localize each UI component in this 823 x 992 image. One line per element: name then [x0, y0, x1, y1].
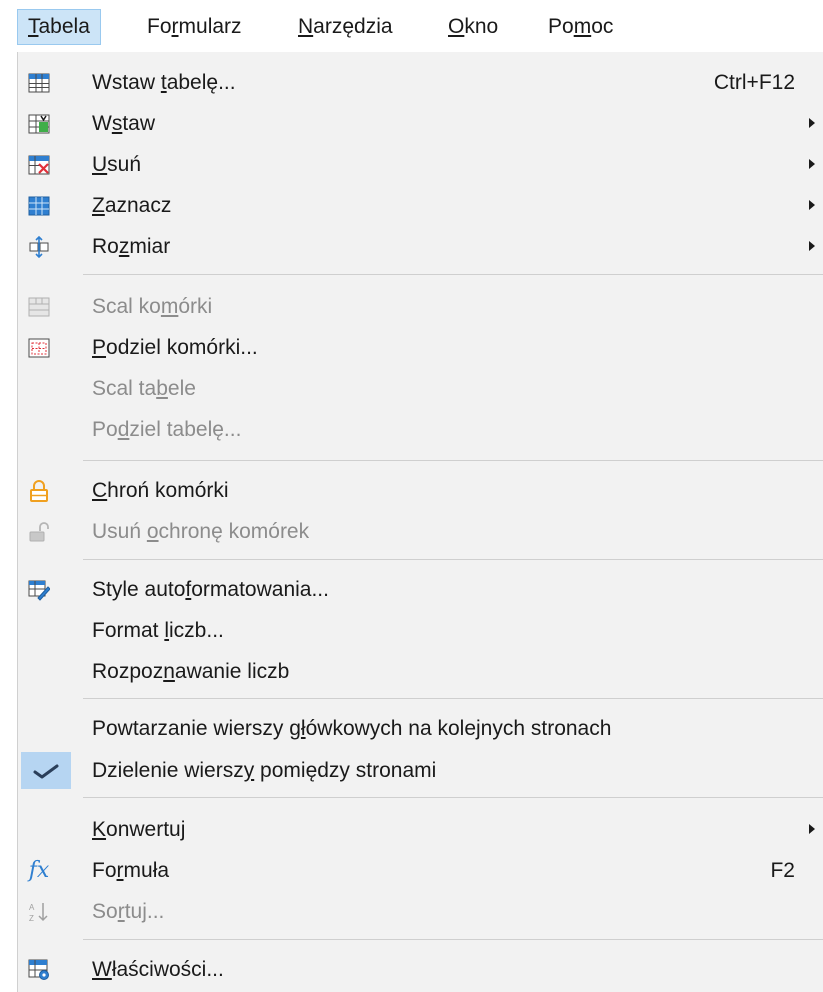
- menu-item-autoformat-styles[interactable]: Style autoformatowania...: [18, 569, 823, 610]
- menu-formularz[interactable]: Formularz: [137, 9, 252, 45]
- checkmark-icon: [21, 752, 71, 789]
- resize-icon: [23, 231, 55, 263]
- mnemonic-underline: r: [117, 900, 125, 923]
- mnemonic-underline: n: [163, 660, 175, 683]
- menu-separator: [83, 274, 823, 275]
- menu-item-properties[interactable]: Właściwości...: [18, 949, 823, 990]
- mnemonic-underline: b: [156, 377, 168, 400]
- select-table-icon: [23, 190, 55, 222]
- formula-icon: fx: [28, 858, 50, 883]
- submenu-arrow-icon: [809, 200, 815, 210]
- mnemonic-underline: N: [298, 15, 314, 38]
- lock-icon: [23, 475, 55, 507]
- submenu-arrow-icon: [809, 159, 815, 169]
- tabela-dropdown-menu: Wstaw tabelę... Ctrl+F12 Wstaw Usuń Zazn…: [17, 52, 823, 992]
- menu-item-number-recognition[interactable]: Rozpoznawanie liczb: [18, 651, 823, 692]
- autoformat-icon: [23, 574, 55, 606]
- menu-separator: [83, 559, 823, 560]
- menu-narzedzia[interactable]: Narzędzia: [288, 9, 403, 45]
- menu-pomoc[interactable]: Pomoc: [538, 9, 623, 45]
- menu-item-insert-table[interactable]: Wstaw tabelę... Ctrl+F12: [18, 62, 823, 103]
- insert-rows-icon: [23, 108, 55, 140]
- mnemonic-underline: W: [92, 958, 112, 981]
- menu-item-sort[interactable]: AZ Sortuj...: [18, 891, 823, 932]
- submenu-arrow-icon: [809, 824, 815, 834]
- mnemonic-underline: K: [92, 818, 107, 841]
- menu-item-protect-cells[interactable]: Chroń komórki: [18, 470, 823, 511]
- menu-okno[interactable]: Okno: [438, 9, 508, 45]
- mnemonic-underline: r: [171, 15, 179, 38]
- mnemonic-underline: ł: [300, 717, 306, 740]
- menu-item-insert[interactable]: Wstaw: [18, 103, 823, 144]
- split-cells-icon: [23, 332, 55, 364]
- menu-item-split-rows-across-pages[interactable]: Dzielenie wierszy pomiędzy stronami: [18, 750, 823, 791]
- menu-item-unprotect-cells[interactable]: Usuń ochronę komórek: [18, 511, 823, 552]
- mnemonic-underline: z: [118, 235, 130, 258]
- menu-item-repeat-heading-rows[interactable]: Powtarzanie wierszy główkowych na kolejn…: [18, 708, 823, 749]
- menu-item-number-format[interactable]: Format liczb...: [18, 610, 823, 651]
- mnemonic-underline: t: [160, 71, 167, 94]
- mnemonic-underline: U: [92, 153, 108, 176]
- mnemonic-underline: s: [111, 112, 123, 135]
- mnemonic-underline: T: [28, 15, 39, 38]
- mnemonic-underline: l: [164, 619, 170, 642]
- menu-item-merge-tables[interactable]: Scal tabele: [18, 368, 823, 409]
- menu-separator: [83, 698, 823, 699]
- mnemonic-underline: d: [117, 418, 130, 441]
- menu-item-merge-cells[interactable]: Scal komórki: [18, 286, 823, 327]
- submenu-arrow-icon: [809, 241, 815, 251]
- mnemonic-underline: y: [243, 759, 255, 782]
- menu-item-convert[interactable]: Konwertuj: [18, 809, 823, 850]
- menu-separator: [83, 939, 823, 940]
- merge-cells-icon: [23, 291, 55, 323]
- mnemonic-underline: m: [573, 15, 592, 38]
- unlock-icon: [23, 516, 55, 548]
- table-properties-icon: [23, 954, 55, 986]
- mnemonic-underline: o: [146, 520, 159, 543]
- mnemonic-underline: Z: [92, 194, 105, 217]
- mnemonic-underline: C: [92, 479, 108, 502]
- menu-item-formula[interactable]: fx Formuła F2: [18, 850, 823, 891]
- menu-separator: [83, 797, 823, 798]
- submenu-arrow-icon: [809, 118, 815, 128]
- sort-icon: AZ: [23, 896, 55, 928]
- menu-item-split-cells[interactable]: Podziel komórki...: [18, 327, 823, 368]
- menu-item-size[interactable]: Rozmiar: [18, 226, 823, 267]
- menu-separator: [83, 460, 823, 461]
- insert-table-icon: [23, 67, 55, 99]
- mnemonic-underline: P: [92, 336, 107, 359]
- menu-item-delete[interactable]: Usuń: [18, 144, 823, 185]
- svg-text:A: A: [29, 903, 35, 912]
- mnemonic-underline: r: [116, 859, 124, 882]
- menu-item-split-table[interactable]: Podziel tabelę...: [18, 409, 823, 450]
- mnemonic-underline: m: [160, 295, 179, 318]
- svg-text:Z: Z: [29, 914, 34, 923]
- menu-item-select[interactable]: Zaznacz: [18, 185, 823, 226]
- menubar: Tabela Formularz Narzędzia Okno Pomoc: [0, 0, 823, 52]
- mnemonic-underline: f: [185, 578, 192, 601]
- mnemonic-underline: O: [448, 15, 465, 38]
- menu-tabela[interactable]: Tabela: [17, 9, 101, 45]
- delete-table-icon: [23, 149, 55, 181]
